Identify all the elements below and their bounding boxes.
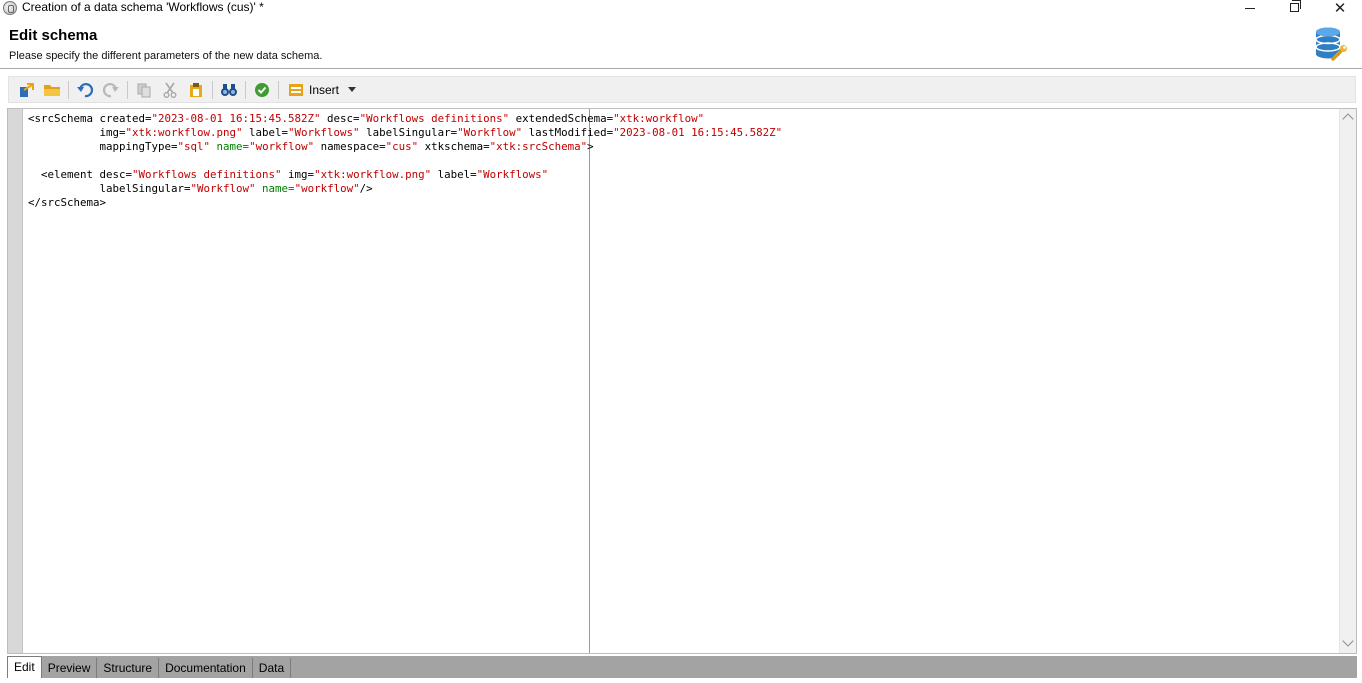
restore-button[interactable] — [1272, 0, 1316, 15]
insert-icon — [289, 83, 303, 96]
validate-check-icon — [255, 82, 269, 97]
tab-preview[interactable]: Preview — [42, 658, 98, 678]
find-binoculars-icon — [221, 83, 237, 96]
code-token: "cus" — [385, 140, 419, 153]
code-token: xtkschema= — [418, 140, 490, 153]
chevron-down-icon — [348, 87, 357, 92]
code-token: > — [587, 140, 594, 153]
code-token: "sql" — [177, 140, 211, 153]
code-token: "2023-08-01 16:15:45.582Z" — [613, 126, 783, 139]
undo-icon — [77, 82, 94, 97]
code-token: "Workflows definitions" — [359, 112, 510, 125]
code-token: /> — [359, 182, 373, 195]
code-token: <element — [28, 168, 100, 181]
vertical-scrollbar[interactable] — [1339, 109, 1356, 653]
insert-label: Insert — [309, 82, 340, 97]
page-subtitle: Please specify the different parameters … — [9, 50, 323, 62]
paste-button[interactable] — [183, 79, 209, 101]
code-token: "xtk:workflow.png" — [125, 126, 243, 139]
code-line: <srcSchema created="2023-08-01 16:15:45.… — [28, 112, 782, 126]
cut-button[interactable] — [157, 79, 183, 101]
toolbar-separator — [127, 80, 128, 99]
redo-button[interactable] — [98, 79, 124, 101]
code-token: desc= — [99, 168, 133, 181]
window-title-bar: Creation of a data schema 'Workflows (cu… — [0, 0, 1362, 17]
database-wrench-icon — [1315, 27, 1347, 61]
toolbar-separator — [212, 80, 213, 99]
code-token: label= — [242, 126, 289, 139]
code-token: "Workflows definitions" — [132, 168, 282, 181]
minimize-button[interactable] — [1228, 0, 1272, 15]
open-folder-icon — [44, 84, 60, 96]
code-line: mappingType="sql" name="workflow" namesp… — [28, 140, 782, 154]
code-token: "workflow" — [249, 140, 315, 153]
code-line: <element desc="Workflows definitions" im… — [28, 168, 782, 182]
code-token: img= — [281, 168, 315, 181]
code-token: extendedSchema= — [509, 112, 614, 125]
code-token: "Workflows" — [476, 168, 549, 181]
code-token: name= — [216, 140, 250, 153]
xml-code-editor[interactable]: <srcSchema created="2023-08-01 16:15:45.… — [7, 108, 1357, 654]
code-token: desc= — [320, 112, 360, 125]
close-button[interactable]: ✕ — [1318, 0, 1362, 17]
restore-icon — [1289, 0, 1301, 12]
code-line: img="xtk:workflow.png" label="Workflows"… — [28, 126, 783, 140]
cut-icon — [163, 82, 177, 98]
code-token: "xtk:srcSchema" — [489, 140, 588, 153]
code-line: </srcSchema> — [28, 196, 782, 210]
code-token: labelSingular= — [28, 182, 191, 195]
find-button[interactable] — [216, 79, 242, 101]
code-token: "Workflow" — [457, 126, 523, 139]
code-token: img= — [28, 126, 126, 139]
bottom-tab-bar: Edit Preview Structure Documentation Data — [7, 656, 1357, 678]
undo-button[interactable] — [72, 79, 98, 101]
paste-icon — [190, 82, 202, 97]
app-icon — [3, 1, 17, 15]
code-token: "Workflows" — [288, 126, 360, 139]
editor-toolbar: Insert — [8, 76, 1356, 103]
code-token: "xtk:workflow.png" — [314, 168, 432, 181]
copy-button[interactable] — [131, 79, 157, 101]
code-token: label= — [431, 168, 477, 181]
tab-structure[interactable]: Structure — [97, 658, 160, 678]
tab-data[interactable]: Data — [253, 658, 292, 678]
code-line: labelSingular="Workflow" name="workflow"… — [28, 182, 782, 196]
toolbar-separator — [278, 80, 279, 99]
scroll-up-icon[interactable] — [1342, 113, 1354, 125]
code-token: mappingType= — [28, 140, 178, 153]
code-token: labelSingular= — [359, 126, 458, 139]
code-token: created= — [99, 112, 152, 125]
window-title: Creation of a data schema 'Workflows (cu… — [22, 0, 264, 14]
copy-icon — [137, 83, 151, 97]
scroll-down-icon[interactable] — [1342, 635, 1354, 647]
toolbar-separator — [245, 80, 246, 99]
dialog-header: Edit schema Please specify the different… — [0, 16, 1362, 69]
editor-gutter — [8, 109, 23, 653]
redo-icon — [102, 82, 119, 97]
code-token: namespace= — [314, 140, 386, 153]
open-button[interactable] — [39, 79, 65, 101]
code-token: "Workflow" — [190, 182, 256, 195]
tab-edit[interactable]: Edit — [7, 656, 42, 678]
page-title: Edit schema — [9, 27, 98, 44]
new-button[interactable] — [13, 79, 39, 101]
code-token: "2023-08-01 16:15:45.582Z" — [151, 112, 321, 125]
code-token: lastModified= — [522, 126, 614, 139]
code-token: name= — [262, 182, 295, 195]
code-token: </srcSchema> — [28, 196, 107, 209]
code-token: "xtk:workflow" — [613, 112, 705, 125]
code-content[interactable]: <srcSchema created="2023-08-01 16:15:45.… — [28, 112, 782, 210]
code-token: "workflow" — [294, 182, 360, 195]
insert-dropdown-button[interactable]: Insert — [282, 79, 362, 101]
tab-documentation[interactable]: Documentation — [159, 658, 253, 678]
code-token: <srcSchema — [28, 112, 100, 125]
validate-button[interactable] — [249, 79, 275, 101]
new-icon — [20, 82, 34, 97]
toolbar-separator — [68, 80, 69, 99]
